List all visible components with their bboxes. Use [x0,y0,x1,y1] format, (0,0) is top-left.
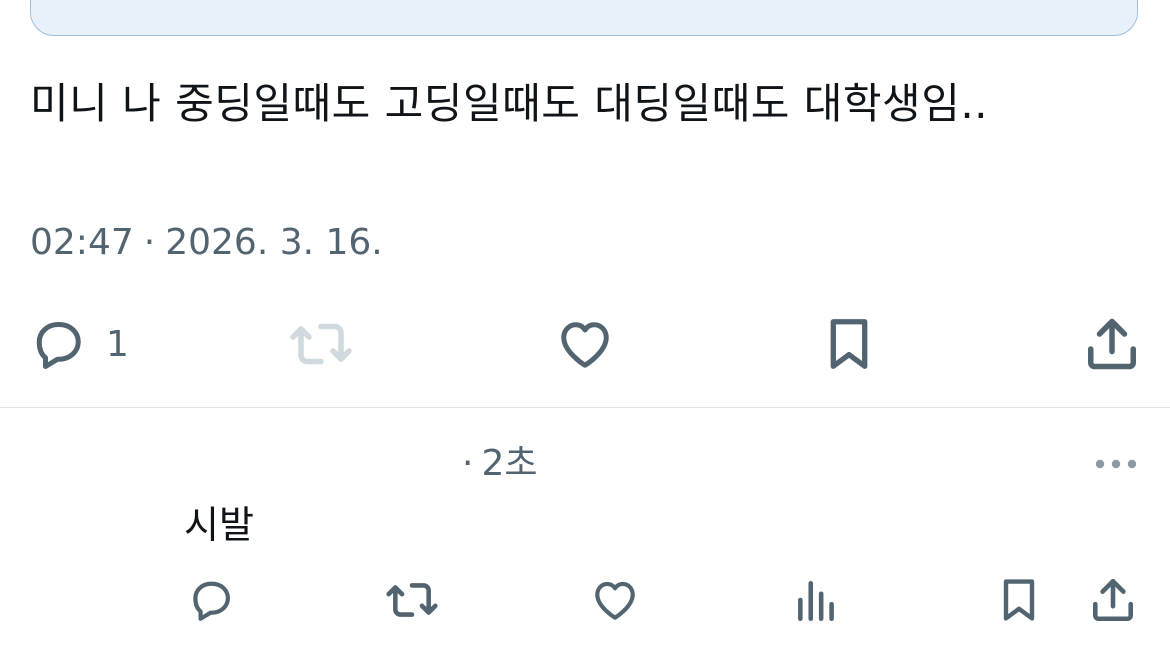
retweet-icon [288,314,354,374]
reply-retweet-button[interactable] [384,576,440,628]
tweet-action-bar: 1 [0,312,1170,376]
reply-reply-button[interactable] [186,576,236,628]
share-icon [1088,575,1138,629]
reply-button[interactable]: 1 [28,312,129,376]
like-icon [553,314,617,374]
reply-icon [186,575,236,629]
retweet-button [288,312,354,376]
reply-share-button[interactable] [1088,576,1138,628]
share-icon [1082,314,1142,374]
tweet-timestamp: 02:47 · 2026. 3. 16. [30,220,383,266]
reply-like-button[interactable] [589,576,641,628]
more-icon [1094,455,1138,474]
retweet-icon [384,575,440,629]
bookmark-button[interactable] [820,312,878,376]
reply-icon [28,314,88,374]
tweet-time[interactable]: 02:47 [30,222,134,263]
reply-time-ago[interactable]: 2초 [481,443,537,484]
tweet-date[interactable]: 2026. 3. 16. [165,222,383,263]
reply-bookmark-button[interactable] [995,576,1043,628]
like-icon [589,575,641,629]
tweet-text: 미니 나 중딩일때도 고딩일때도 대딩일때도 대학생임.. [30,79,989,128]
quoted-tweet-card[interactable] [30,0,1138,36]
reply-views-button[interactable] [794,576,840,628]
views-icon [794,575,840,629]
tweet-detail-page: 미니 나 중딩일때도 고딩일때도 대딩일때도 대학생임.. 02:47 · 2026… [0,0,1170,658]
reply-text: 시발 [184,503,254,547]
timestamp-separator: · [143,222,156,263]
more-button[interactable] [1092,448,1140,480]
reply-action-bar [0,576,1170,628]
reply-meta: · 2초 [462,440,537,488]
bookmark-icon [820,314,878,374]
bookmark-icon [995,575,1043,629]
reply-count: 1 [106,323,129,365]
divider [0,407,1170,408]
share-button[interactable] [1082,312,1142,376]
reply-meta-separator: · [462,443,474,484]
reply-header: · 2초 [0,440,1170,488]
like-button[interactable] [553,312,617,376]
